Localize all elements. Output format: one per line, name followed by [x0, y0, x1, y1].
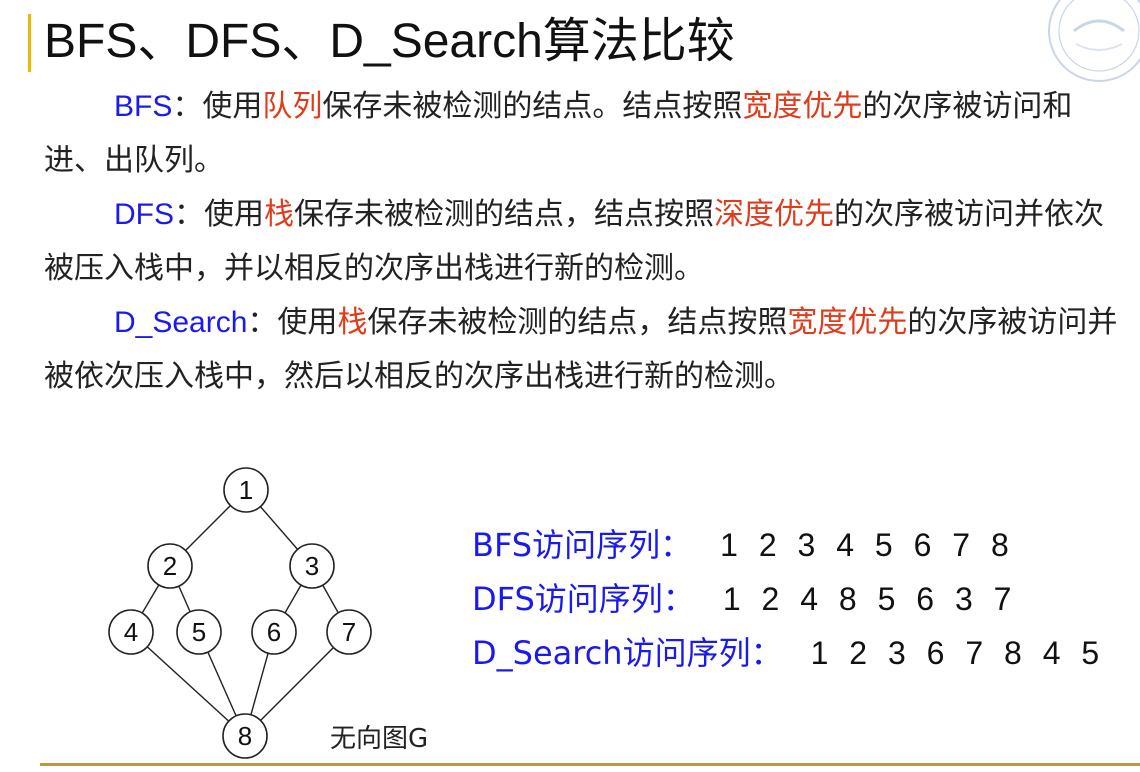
graph-node: 1 [223, 467, 269, 513]
graph-node: 3 [289, 543, 335, 589]
sequence-value: 1 2 4 8 5 6 3 7 [722, 581, 1018, 617]
node-label: 5 [192, 617, 206, 647]
sequence-label: BFS访问序列： [472, 526, 693, 564]
graph-caption: 无向图G [330, 724, 429, 754]
graph-node: 7 [326, 609, 372, 655]
bfs-paragraph: BFS：使用队列保存未被检测的结点。结点按照宽度优先的次序被访问和进、出队列。 [44, 80, 1124, 188]
highlight-term: 队列 [262, 89, 323, 124]
dfs-paragraph: DFS：使用栈保存未被检测的结点，结点按照深度优先的次序被访问并依次被压入栈中，… [44, 188, 1124, 296]
paragraph-text: ：使用 [172, 89, 263, 124]
sequence-label: DFS访问序列： [472, 580, 695, 618]
sequence-row-dfs: DFS访问序列： 1 2 4 8 5 6 3 7 [472, 572, 1105, 626]
node-label: 7 [342, 617, 356, 647]
graph-node: 6 [251, 609, 297, 655]
graph-node: 2 [147, 543, 193, 589]
paragraph-text: 保存未被检测的结点，结点按照 [367, 305, 788, 340]
highlight-term: 栈 [264, 197, 294, 232]
graph-node: 5 [176, 609, 222, 655]
node-label: 6 [267, 617, 281, 647]
highlight-term: 宽度优先 [742, 89, 863, 124]
highlight-term: 宽度优先 [787, 305, 908, 340]
graph-edges [130, 489, 350, 737]
node-label: 1 [239, 475, 253, 505]
dsearch-keyword: D_Search [114, 306, 248, 339]
title-accent-bar [28, 14, 31, 72]
sequence-value: 1 2 3 6 7 8 4 5 [810, 635, 1106, 671]
node-label: 4 [124, 617, 138, 647]
highlight-term: 栈 [337, 305, 368, 340]
university-logo [1048, 0, 1140, 82]
paragraph-text: ：使用 [247, 305, 338, 340]
comparison-text: BFS：使用队列保存未被检测的结点。结点按照宽度优先的次序被访问和进、出队列。 … [44, 80, 1124, 404]
bfs-keyword: BFS [114, 90, 173, 123]
page-title: BFS、DFS、D_Search算法比较 [44, 15, 735, 68]
highlight-term: 深度优先 [714, 197, 834, 232]
sequence-row-bfs: BFS访问序列： 1 2 3 4 5 6 7 8 [472, 518, 1105, 572]
sequence-value: 1 2 3 4 5 6 7 8 [720, 527, 1015, 563]
dsearch-paragraph: D_Search：使用栈保存未被检测的结点，结点按照宽度优先的次序被访问并被依次… [44, 296, 1124, 404]
traversal-sequences: BFS访问序列： 1 2 3 4 5 6 7 8 DFS访问序列： 1 2 4 8 … [472, 518, 1105, 680]
undirected-graph: 1 2 3 4 5 6 7 8 [108, 467, 372, 759]
paragraph-text: 保存未被检测的结点，结点按照 [294, 197, 714, 232]
graph-node: 4 [108, 609, 154, 655]
footer-rule [40, 763, 1140, 766]
node-label: 8 [238, 721, 252, 751]
node-label: 3 [305, 551, 319, 581]
sequence-row-dsearch: D_Search访问序列： 1 2 3 6 7 8 4 5 [472, 626, 1105, 680]
paragraph-text: ：使用 [174, 197, 264, 232]
graph-node: 8 [222, 713, 268, 759]
node-label: 2 [163, 551, 177, 581]
paragraph-text: 保存未被检测的结点。结点按照 [322, 89, 743, 124]
sequence-label: D_Search访问序列： [472, 634, 783, 672]
dfs-keyword: DFS [114, 198, 174, 231]
